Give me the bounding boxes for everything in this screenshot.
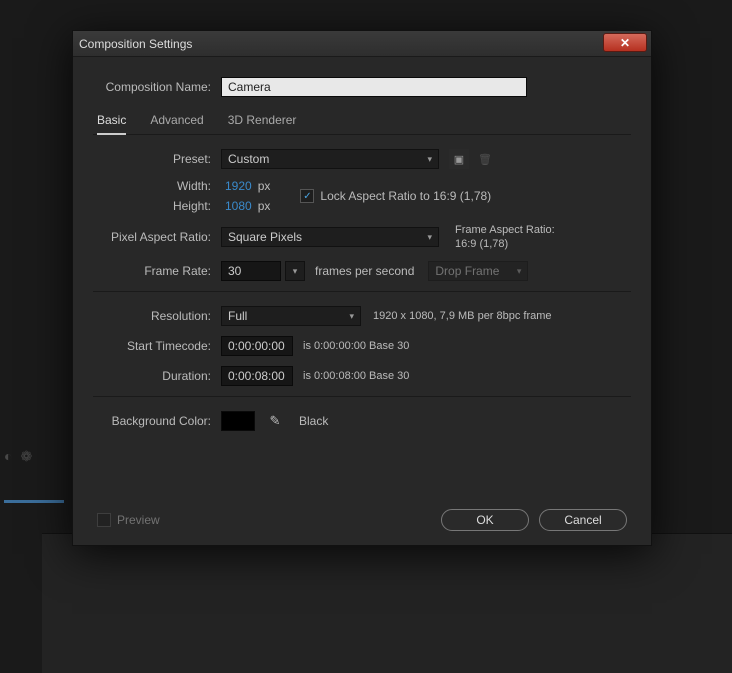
bgcolor-label: Background Color: <box>93 414 221 428</box>
dialog-titlebar[interactable]: Composition Settings ✕ <box>73 31 651 57</box>
preview-checkbox-wrap: Preview <box>97 513 160 527</box>
comp-name-input[interactable] <box>221 77 527 97</box>
comp-name-label: Composition Name: <box>93 80 221 94</box>
height-label: Height: <box>93 199 221 213</box>
width-label: Width: <box>93 179 221 193</box>
chevron-down-icon: ▾ <box>427 154 432 165</box>
tab-advanced[interactable]: Advanced <box>150 113 203 134</box>
width-unit: px <box>258 179 271 193</box>
height-unit: px <box>258 199 271 213</box>
duration-input[interactable] <box>221 366 293 386</box>
duration-label: Duration: <box>93 369 221 383</box>
dropframe-select: Drop Frame ▾ <box>428 261 528 281</box>
preset-select[interactable]: Custom ▾ <box>221 149 439 169</box>
chevron-down-icon: ▾ <box>349 311 354 322</box>
tabs: Basic Advanced 3D Renderer <box>93 107 631 135</box>
resolution-value: Full <box>228 309 247 323</box>
par-label: Pixel Aspect Ratio: <box>93 230 221 244</box>
divider <box>93 396 631 397</box>
delete-preset-button: 🗑 <box>475 149 495 169</box>
bgcolor-swatch[interactable] <box>221 411 255 431</box>
preset-label: Preset: <box>93 152 221 166</box>
dialog-title: Composition Settings <box>79 37 192 51</box>
tab-basic[interactable]: Basic <box>97 113 126 135</box>
lock-aspect-checkbox[interactable] <box>300 189 314 203</box>
eyedropper-button[interactable]: ✎ <box>265 411 285 431</box>
preview-checkbox <box>97 513 111 527</box>
preview-label: Preview <box>117 513 160 527</box>
start-timecode-note: is 0:00:00:00 Base 30 <box>303 340 409 352</box>
tab-3d-renderer[interactable]: 3D Renderer <box>228 113 297 134</box>
framerate-unit-label: frames per second <box>315 264 414 278</box>
bgcolor-name: Black <box>299 414 328 428</box>
resolution-select[interactable]: Full ▾ <box>221 306 361 326</box>
resolution-info: 1920 x 1080, 7,9 MB per 8bpc frame <box>373 310 552 322</box>
close-icon: ✕ <box>620 36 630 50</box>
framerate-label: Frame Rate: <box>93 264 221 278</box>
dropframe-value: Drop Frame <box>435 264 499 278</box>
chevron-down-icon: ▾ <box>517 266 522 277</box>
frame-aspect-info: Frame Aspect Ratio: 16:9 (1,78) <box>455 223 555 251</box>
save-preset-icon: ▣ <box>454 153 464 166</box>
trash-icon: 🗑 <box>478 153 492 166</box>
save-preset-button[interactable]: ▣ <box>449 149 469 169</box>
app-bg-ruler <box>4 500 64 503</box>
eyedropper-icon: ✎ <box>270 413 281 429</box>
start-timecode-input[interactable] <box>221 336 293 356</box>
resolution-label: Resolution: <box>93 309 221 323</box>
chevron-down-icon: ▾ <box>293 266 298 277</box>
framerate-input[interactable] <box>221 261 281 281</box>
close-button[interactable]: ✕ <box>603 33 647 52</box>
composition-settings-dialog: Composition Settings ✕ Composition Name:… <box>72 30 652 546</box>
app-bg-panel <box>42 533 732 673</box>
par-select[interactable]: Square Pixels ▾ <box>221 227 439 247</box>
height-input[interactable]: 1080 <box>221 199 256 213</box>
cancel-button[interactable]: Cancel <box>539 509 627 531</box>
start-timecode-label: Start Timecode: <box>93 339 221 353</box>
lock-aspect-label: Lock Aspect Ratio to 16:9 (1,78) <box>320 189 491 203</box>
divider <box>93 291 631 292</box>
ok-button[interactable]: OK <box>441 509 529 531</box>
preset-value: Custom <box>228 152 269 166</box>
app-bg-iconbar: ◐❁ <box>4 448 32 465</box>
width-input[interactable]: 1920 <box>221 179 256 193</box>
par-value: Square Pixels <box>228 230 302 244</box>
framerate-stepper[interactable]: ▾ <box>285 261 305 281</box>
chevron-down-icon: ▾ <box>427 232 432 243</box>
duration-note: is 0:00:08:00 Base 30 <box>303 370 409 382</box>
